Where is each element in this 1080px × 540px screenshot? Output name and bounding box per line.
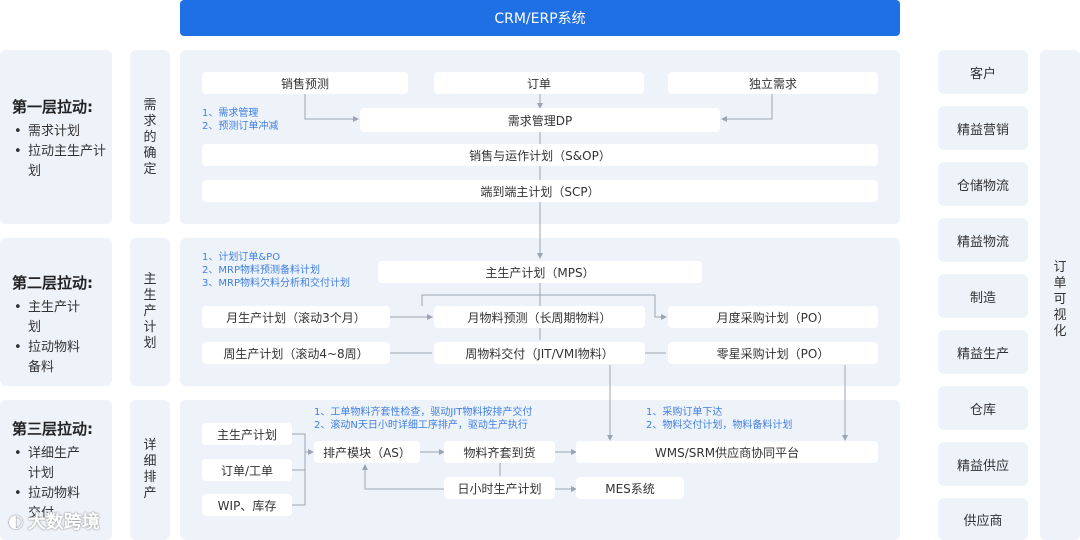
right-item-manufacturing: 制造 (938, 274, 1028, 318)
sop-box: 销售与运作计划（S&OP） (202, 144, 878, 166)
procurement-notes: 1、采购订单下达 2、物料交付计划，物料备料计划 (646, 407, 793, 431)
mps-notes: 1、计划订单&PO 2、MRP物料预测备料计划 3、MRP物料欠料分析和交付计划 (202, 252, 350, 289)
orders-workorders-box: 订单/工单 (202, 459, 292, 481)
hourly-production-plan-box: 日小时生产计划 (444, 477, 555, 499)
right-item-warehouse: 仓库 (938, 386, 1028, 430)
monthly-po-box: 月度采购计划（PO） (668, 306, 878, 328)
wms-srm-platform-box: WMS/SRM供应商协同平台 (576, 441, 878, 463)
monthly-material-forecast-box: 月物料预测（长周期物料） (434, 306, 645, 328)
right-item-warehousing-logistics: 仓储物流 (938, 162, 1028, 206)
sporadic-po-box: 零星采购计划（PO） (668, 342, 878, 364)
mes-system-box: MES系统 (576, 477, 684, 499)
watermark-logo-icon: ◐ (8, 510, 24, 532)
weekly-production-plan-box: 周生产计划（滚动4~8周） (202, 342, 390, 364)
right-item-lean-supply: 精益供应 (938, 442, 1028, 486)
weekly-material-delivery-box: 周物料交付（JIT/VMI物料） (434, 342, 645, 364)
material-kitting-box: 物料齐套到货 (444, 441, 555, 463)
mps-box: 主生产计划（MPS） (378, 261, 702, 283)
sales-forecast-box: 销售预测 (202, 72, 408, 94)
scheduling-notes: 1、工单物料齐套性检查，驱动JIT物料按排产交付 2、滚动N天日小时详细工序排产… (314, 407, 533, 431)
right-item-lean-logistics: 精益物流 (938, 218, 1028, 262)
orders-box: 订单 (434, 72, 644, 94)
right-item-lean-marketing: 精益营销 (938, 106, 1028, 150)
scp-box: 端到端主计划（SCP） (202, 180, 878, 202)
right-item-supplier: 供应商 (938, 498, 1028, 540)
demand-management-box: 需求管理DP (360, 108, 720, 132)
monthly-production-plan-box: 月生产计划（滚动3个月） (202, 306, 390, 328)
order-visibility-panel: 订单可视化 (1040, 50, 1080, 540)
watermark-text: 大数跨境 (27, 512, 100, 533)
demand-notes: 1、需求管理 2、预测订单冲减 (202, 108, 279, 132)
right-item-lean-production: 精益生产 (938, 330, 1028, 374)
scheduling-module-box: 排产模块（AS） (314, 441, 420, 463)
independent-demand-box: 独立需求 (668, 72, 878, 94)
wip-inventory-box: WIP、库存 (202, 494, 292, 516)
right-item-customer: 客户 (938, 50, 1028, 94)
order-visibility-label: 订单可视化 (1053, 260, 1067, 339)
mps-input-box: 主生产计划 (202, 423, 292, 445)
watermark: ◐ 大数跨境 (8, 508, 100, 534)
